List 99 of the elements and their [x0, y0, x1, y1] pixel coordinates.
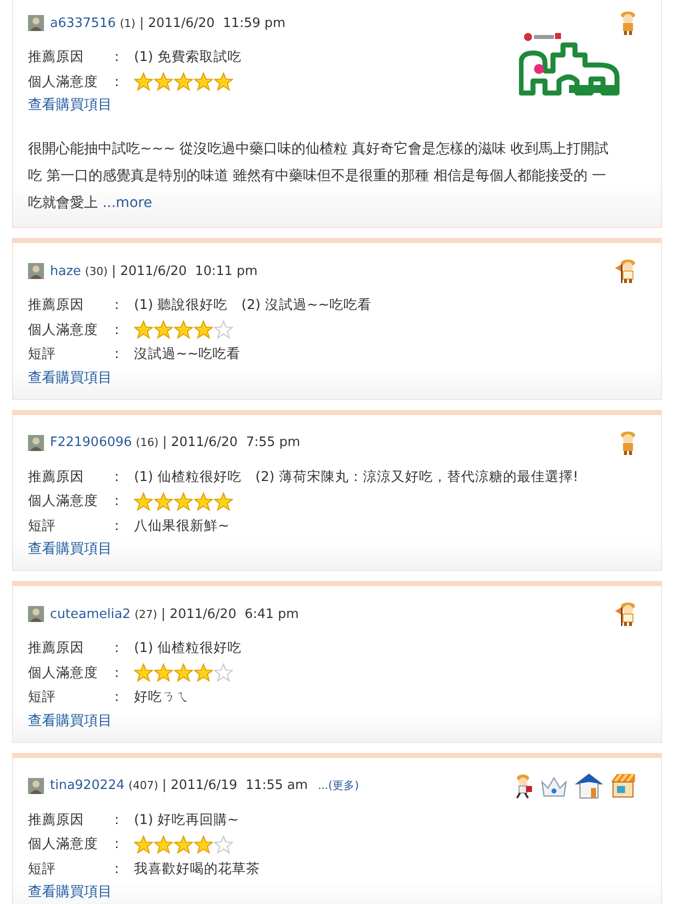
star-icon — [134, 834, 153, 854]
star-icon — [154, 663, 173, 682]
star-icon — [154, 320, 173, 340]
review-count: (1) — [120, 16, 136, 30]
short-comment: 好吃ㄋㄟ — [134, 688, 190, 706]
field-label: 個人滿意度 — [28, 492, 99, 510]
field-label: 個人滿意度 — [28, 320, 99, 339]
colon: ： — [110, 296, 125, 314]
field-label: 短評 — [28, 688, 57, 706]
short-comment: 八仙果很新鮮~ — [134, 516, 230, 535]
reason-text: (1) 免費索取試吃 — [134, 48, 242, 66]
star-icon — [174, 492, 193, 511]
reason-text: (2) 沒試過~~吃吃看 — [241, 296, 372, 314]
star-icon — [214, 663, 233, 682]
review-date: | 2011/6/20 6:41 pm — [161, 606, 299, 622]
field-label: 推薦原因 — [28, 48, 85, 66]
star-icon — [194, 663, 213, 682]
review-count: (407) — [128, 779, 158, 792]
more-link[interactable]: ...(更多) — [318, 778, 359, 793]
username-link[interactable]: F221906096 — [50, 435, 132, 450]
colon: ： — [110, 810, 125, 829]
avatar-icon — [28, 434, 44, 450]
view-purchase-link[interactable]: 查看購買項目 — [28, 366, 645, 388]
reason-text: (1) 聽說很好吃 — [134, 296, 228, 314]
field-label: 短評 — [28, 516, 57, 535]
reason-text: (1) 仙楂粒很好吃 — [134, 468, 242, 486]
colon: ： — [110, 320, 125, 339]
farmer-icon — [619, 10, 637, 36]
colon: ： — [110, 72, 125, 91]
review-count: (27) — [134, 608, 158, 620]
field-label: 推薦原因 — [28, 468, 85, 486]
review-date: | 2011/6/20 7:55 pm — [162, 435, 300, 450]
review-date: | 2011/6/19 11:55 am — [162, 778, 308, 793]
colon: ： — [110, 48, 125, 66]
username-link[interactable]: tina920224 — [50, 778, 125, 793]
view-purchase-link[interactable]: 查看購買項目 — [28, 710, 645, 732]
colon: ： — [110, 664, 125, 682]
review-text: 很開心能抽中試吃~~~ 從沒吃過中藥口味的仙楂粒 真好奇它會是怎樣的滋味 收到馬上打開試吃 第一口的感覺真是特別的味道 雖然有中藥味但不是很重的那種 相信是每個人都能接受的 一吃就會愛上 ...more — [28, 140, 610, 213]
star-icon — [214, 320, 233, 340]
view-purchase-link[interactable]: 查看購買項目 — [28, 94, 645, 116]
shop-icon — [609, 772, 637, 800]
farmer-icon — [619, 430, 637, 456]
username-link[interactable]: a6337516 — [50, 16, 116, 30]
field-label: 個人滿意度 — [28, 664, 99, 682]
colon: ： — [110, 835, 125, 854]
farmer-flag-icon — [613, 258, 637, 284]
colon: ： — [110, 639, 125, 658]
star-icon — [134, 320, 153, 340]
review-count: (30) — [85, 264, 108, 278]
colon: ： — [110, 688, 125, 706]
star-icon — [214, 834, 233, 854]
star-icon — [174, 663, 193, 682]
star-icon — [214, 492, 233, 511]
field-label: 短評 — [28, 345, 57, 364]
star-icon — [134, 663, 153, 682]
reason-text: (2) 薄荷宋陳丸：涼涼又好吃，替代涼糖的最佳選擇! — [255, 468, 578, 486]
review-count: (16) — [136, 436, 159, 449]
house-icon — [575, 772, 603, 800]
star-icon — [174, 72, 193, 92]
field-label: 個人滿意度 — [28, 835, 99, 854]
runner-icon — [515, 772, 533, 798]
username-link[interactable]: cuteamelia2 — [50, 606, 131, 622]
star-icon — [174, 320, 193, 340]
view-purchase-link[interactable]: 查看購買項目 — [28, 538, 645, 560]
avatar-icon — [28, 606, 44, 622]
star-icon — [134, 72, 153, 92]
farmer-flag-icon — [613, 601, 637, 627]
star-icon — [174, 834, 193, 854]
field-label: 推薦原因 — [28, 639, 85, 658]
short-comment: 我喜歡好喝的花草茶 — [134, 860, 260, 878]
field-label: 個人滿意度 — [28, 72, 99, 91]
field-label: 短評 — [28, 860, 57, 878]
view-purchase-link[interactable]: 查看購買項目 — [28, 881, 645, 903]
star-icon — [214, 72, 233, 92]
review-date: | 2011/6/20 10:11 pm — [112, 264, 258, 278]
avatar-icon — [28, 778, 44, 794]
colon: ： — [110, 860, 125, 878]
star-icon — [194, 72, 213, 92]
colon: ： — [110, 516, 125, 535]
field-label: 推薦原因 — [28, 296, 85, 314]
more-link[interactable]: ...more — [102, 195, 152, 211]
star-icon — [194, 834, 213, 854]
review-date: | 2011/6/20 11:59 pm — [139, 16, 286, 30]
field-label: 推薦原因 — [28, 810, 85, 829]
avatar-icon — [28, 15, 44, 31]
reason-text: (1) 好吃再回購~ — [134, 810, 239, 829]
star-icon — [154, 492, 173, 511]
star-icon — [154, 834, 173, 854]
star-icon — [194, 320, 213, 340]
star-icon — [194, 492, 213, 511]
avatar-icon — [28, 263, 44, 279]
star-icon — [154, 72, 173, 92]
colon: ： — [110, 468, 125, 486]
reason-text: (1) 仙楂粒很好吃 — [134, 639, 242, 658]
star-icon — [134, 492, 153, 511]
username-link[interactable]: haze — [50, 264, 82, 278]
short-comment: 沒試過~~吃吃看 — [134, 345, 241, 364]
colon: ： — [110, 345, 125, 364]
colon: ： — [110, 492, 125, 510]
